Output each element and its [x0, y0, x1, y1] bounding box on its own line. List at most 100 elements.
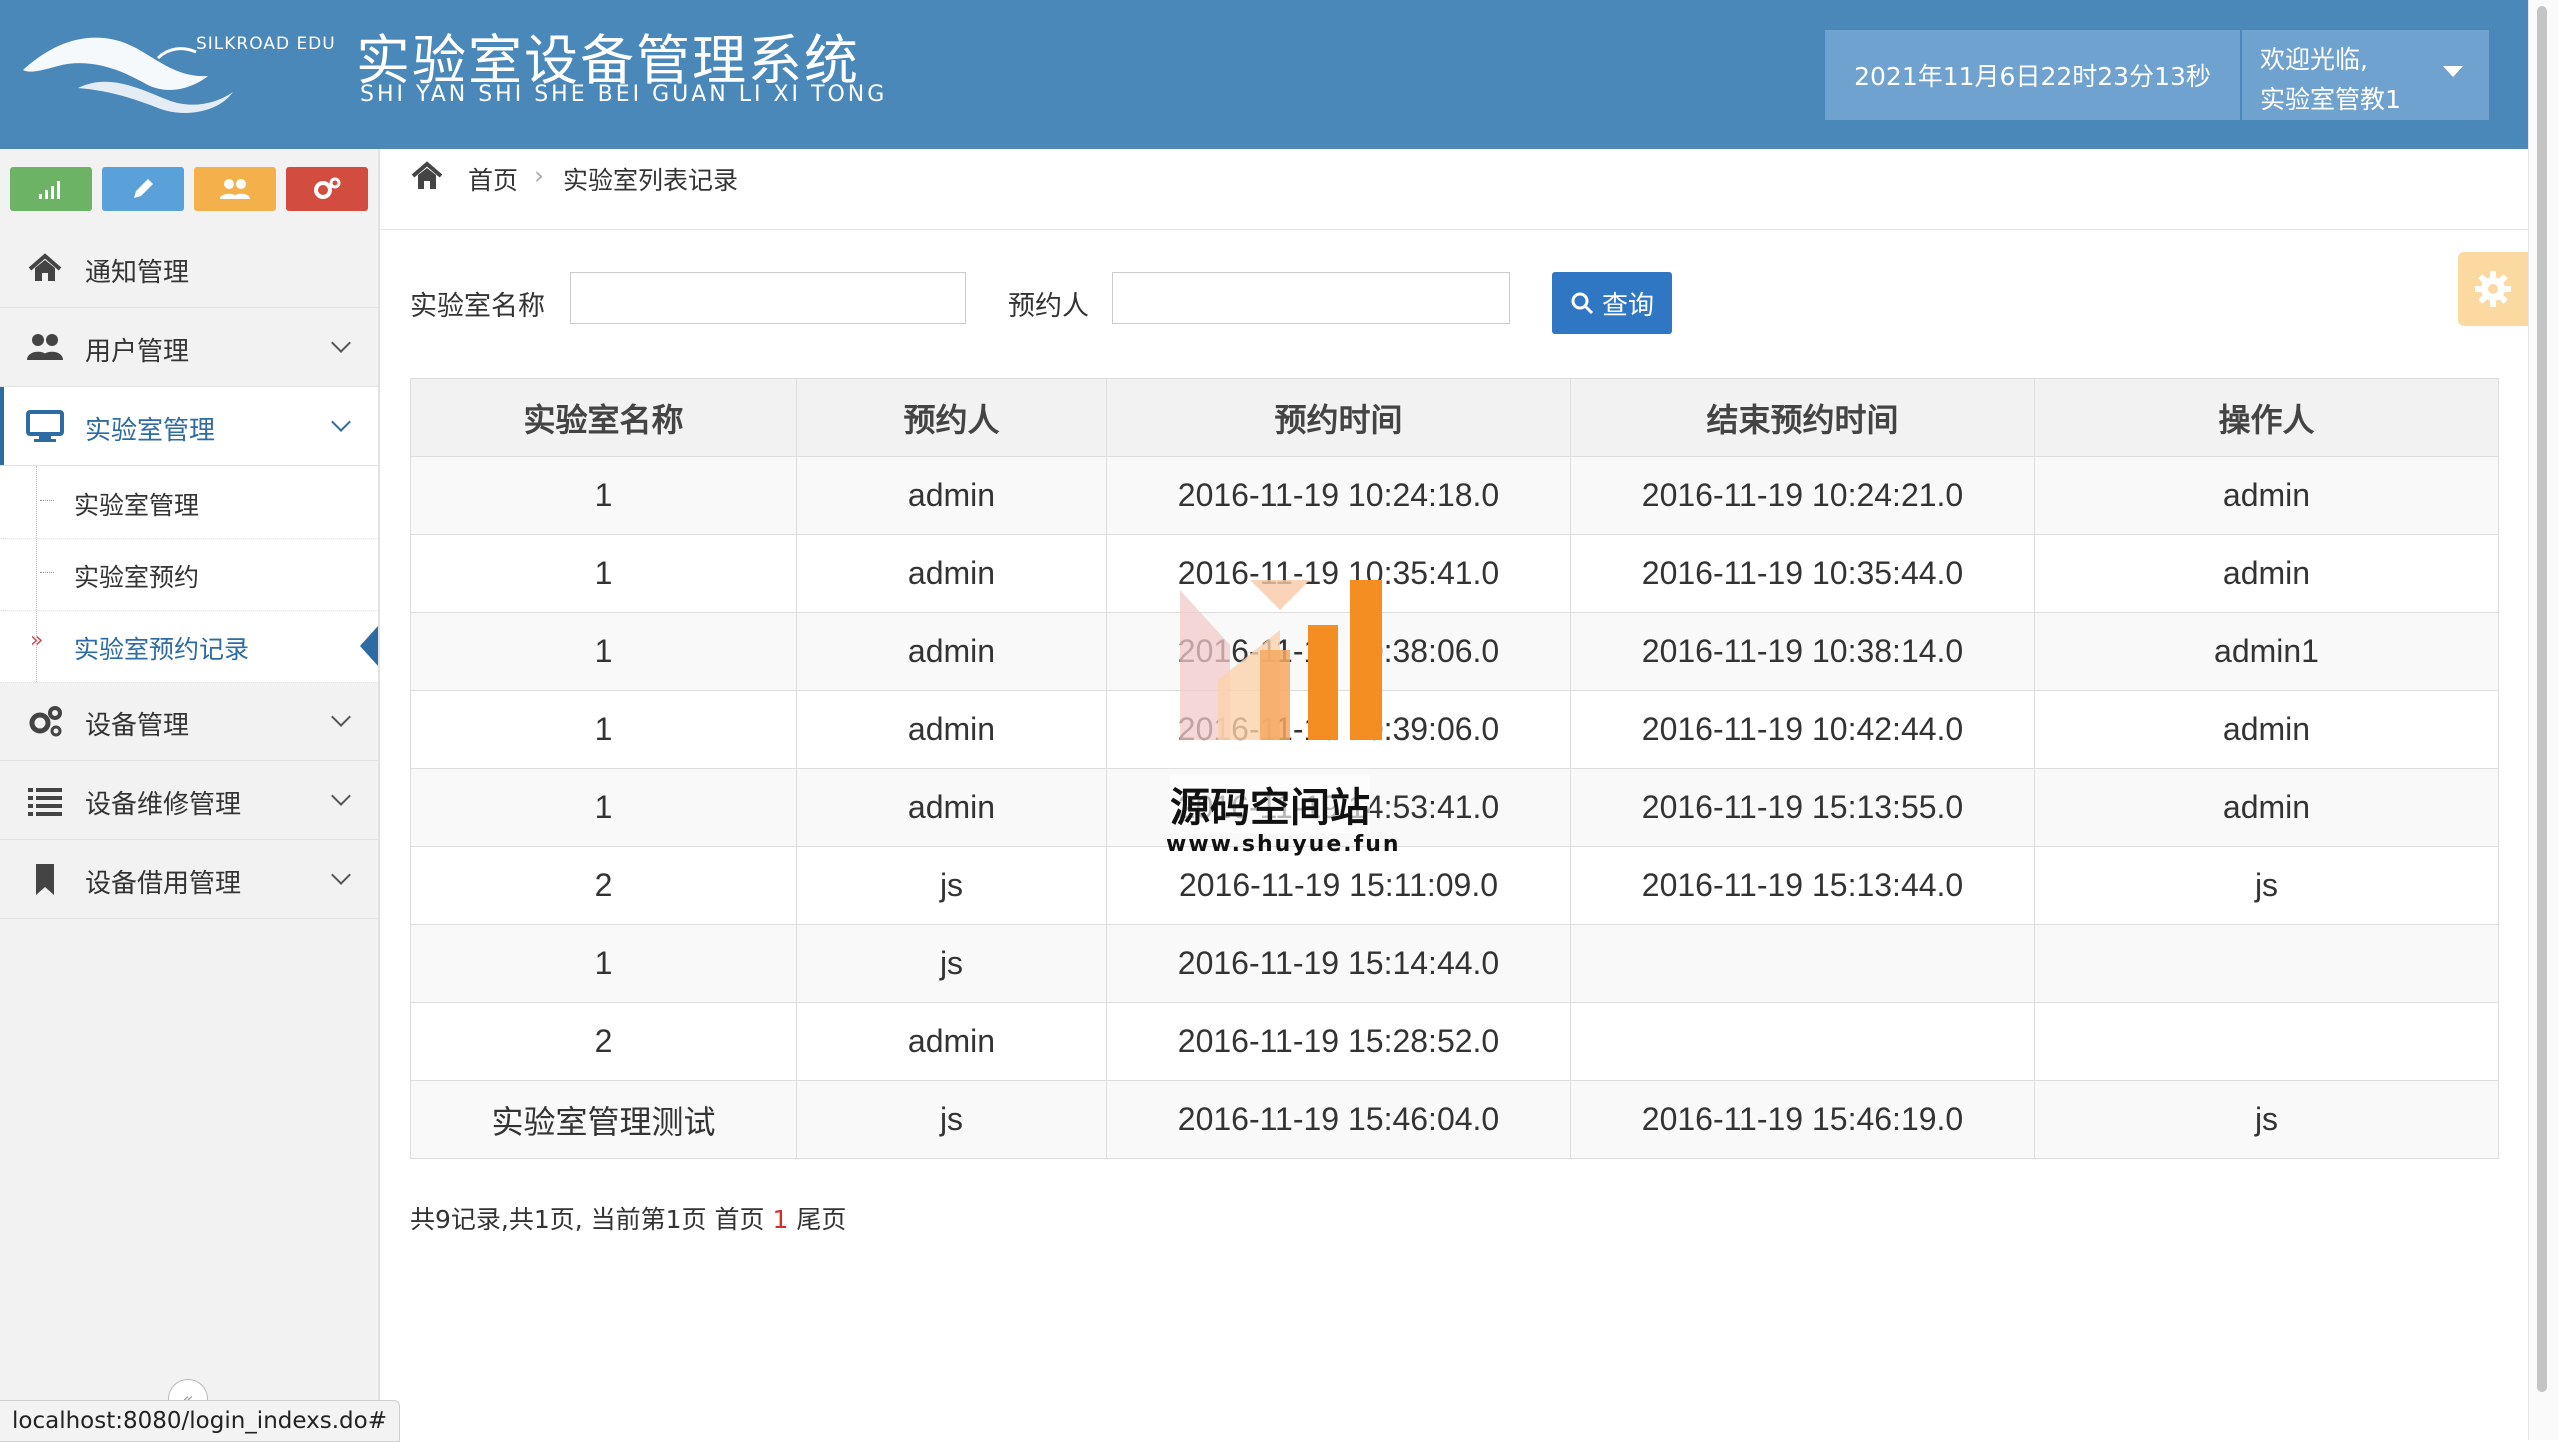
table-row: 1 js 2016-11-19 15:14:44.0 — [410, 924, 2499, 1003]
browser-status-bar: localhost:8080/login_indexs.do# — [0, 1400, 400, 1442]
sidebar-item-label: 设备管理 — [85, 711, 190, 741]
cell-operator: admin — [2034, 534, 2499, 613]
cell-end-time: 2016-11-19 10:38:14.0 — [1570, 612, 2035, 691]
welcome-text: 欢迎光临, — [2260, 45, 2368, 74]
watermark-name: 源码空间站 — [1170, 775, 1370, 833]
cell-lab-name: 1 — [410, 768, 797, 847]
stats-shortcut-button[interactable] — [10, 167, 92, 211]
cell-booking-time: 2016-11-19 15:14:44.0 — [1106, 924, 1571, 1003]
cell-end-time — [1570, 924, 2035, 1003]
last-page-link[interactable]: 尾页 — [796, 1205, 846, 1234]
page-number-link[interactable]: 1 — [772, 1205, 788, 1234]
cell-operator: js — [2034, 846, 2499, 925]
sidebar-item-borrow[interactable]: 设备借用管理 — [0, 840, 378, 919]
sidebar-item-repair[interactable]: 设备维修管理 — [0, 761, 378, 840]
chevron-down-icon — [331, 333, 351, 353]
settings-shortcut-button[interactable] — [286, 167, 368, 211]
chevron-down-icon — [331, 707, 351, 727]
home-icon — [28, 253, 62, 281]
users-shortcut-button[interactable] — [194, 167, 276, 211]
cell-operator: admin — [2034, 456, 2499, 535]
lab-name-input[interactable] — [570, 272, 966, 324]
cell-booking-time: 2016-11-19 15:46:04.0 — [1106, 1080, 1571, 1159]
bar-chart-icon — [39, 181, 60, 199]
shortcut-buttons — [10, 167, 370, 213]
cell-end-time: 2016-11-19 10:42:44.0 — [1570, 690, 2035, 769]
cell-operator — [2034, 924, 2499, 1003]
lab-submenu: 实验室管理 实验室预约 » 实验室预约记录 — [0, 466, 378, 683]
search-icon — [1571, 292, 1594, 315]
column-header: 实验室名称 — [410, 378, 797, 457]
sidebar-item-users[interactable]: 用户管理 — [0, 308, 378, 387]
pencil-icon — [134, 179, 153, 198]
sidebar-item-equipment[interactable]: 设备管理 — [0, 682, 378, 761]
edit-shortcut-button[interactable] — [102, 167, 184, 211]
cell-lab-name: 1 — [410, 924, 797, 1003]
column-header: 操作人 — [2034, 378, 2499, 457]
submenu-item-lab-booking[interactable]: 实验室预约 — [0, 538, 378, 611]
user-menu[interactable]: 欢迎光临, 实验室管教1 — [2242, 30, 2489, 120]
submenu-item-booking-records[interactable]: » 实验室预约记录 — [0, 610, 378, 683]
submenu-item-lab-manage[interactable]: 实验室管理 — [0, 466, 378, 539]
sidebar-item-label: 设备维修管理 — [85, 790, 242, 820]
query-button[interactable]: 查询 — [1552, 272, 1672, 334]
home-icon[interactable] — [410, 159, 444, 193]
sidebar-item-notice[interactable]: 通知管理 — [0, 229, 378, 308]
gears-icon — [29, 706, 62, 737]
cell-lab-name: 1 — [410, 690, 797, 769]
table-header-row: 实验室名称 预约人 预约时间 结束预约时间 操作人 — [410, 378, 2499, 457]
lab-name-label: 实验室名称 — [410, 291, 545, 322]
pagination: 共9记录,共1页, 当前第1页 首页 1 尾页 — [410, 1200, 846, 1236]
cell-booker: admin — [796, 1002, 1107, 1081]
cell-operator: js — [2034, 1080, 2499, 1159]
table-row: 1 admin 2016-11-19 10:38:06.0 2016-11-19… — [410, 612, 2499, 691]
gear-icon — [2475, 271, 2511, 307]
cell-lab-name: 1 — [410, 456, 797, 535]
chevron-down-icon — [331, 786, 351, 806]
watermark-url: www.shuyue.fun — [1166, 832, 1401, 857]
cell-lab-name: 1 — [410, 534, 797, 613]
breadcrumb-home-link[interactable]: 首页 — [468, 161, 518, 197]
page-scrollbar-thumb[interactable] — [2537, 6, 2547, 1392]
column-header: 预约时间 — [1106, 378, 1571, 457]
caret-down-icon — [2443, 66, 2463, 77]
table-row: 1 admin 2016-11-19 10:24:18.0 2016-11-19… — [410, 456, 2499, 535]
current-datetime: 2021年11月6日22时23分13秒 — [1825, 30, 2240, 120]
cell-booker: js — [796, 1080, 1107, 1159]
column-header: 预约人 — [796, 378, 1107, 457]
booker-input[interactable] — [1112, 272, 1510, 324]
cell-end-time: 2016-11-19 15:13:55.0 — [1570, 768, 2035, 847]
cell-booker: js — [796, 846, 1107, 925]
submenu-item-label: 实验室预约 — [74, 563, 200, 592]
sidebar-item-label: 设备借用管理 — [85, 869, 242, 899]
list-icon — [28, 788, 62, 816]
settings-panel-toggle[interactable] — [2458, 252, 2528, 326]
status-url: localhost:8080/login_indexs.do# — [12, 1408, 387, 1434]
submenu-item-label: 实验室预约记录 — [74, 635, 250, 664]
booker-label: 预约人 — [1008, 291, 1089, 322]
cell-end-time: 2016-11-19 10:24:21.0 — [1570, 456, 2035, 535]
current-arrow-icon — [360, 626, 378, 666]
cell-end-time — [1570, 1002, 2035, 1081]
silkroad-logo — [23, 37, 233, 113]
breadcrumb-current: 实验室列表记录 — [563, 166, 739, 195]
gears-icon — [314, 177, 341, 199]
query-button-label: 查询 — [1601, 290, 1654, 321]
first-page-link[interactable]: 首页 — [715, 1205, 765, 1234]
users-icon — [220, 179, 250, 199]
cell-booker: admin — [796, 534, 1107, 613]
active-indicator — [0, 387, 4, 465]
cell-operator: admin — [2034, 690, 2499, 769]
table-row: 实验室管理测试 js 2016-11-19 15:46:04.0 2016-11… — [410, 1080, 2499, 1159]
cell-operator — [2034, 1002, 2499, 1081]
tree-line — [36, 466, 37, 682]
cell-booker: admin — [796, 768, 1107, 847]
booking-records-table: 实验室名称 预约人 预约时间 结束预约时间 操作人 1 admin 2016-1… — [410, 378, 2499, 1159]
table-row: 2 admin 2016-11-19 15:28:52.0 — [410, 1002, 2499, 1081]
breadcrumb: 首页 › 实验室列表记录 — [380, 149, 2528, 230]
search-form: 实验室名称 预约人 查询 — [410, 270, 1710, 340]
cell-lab-name: 实验室管理测试 — [410, 1080, 797, 1159]
monitor-icon — [26, 410, 64, 442]
table-row: 2 js 2016-11-19 15:11:09.0 2016-11-19 15… — [410, 846, 2499, 925]
sidebar-item-labs[interactable]: 实验室管理 — [0, 387, 378, 466]
